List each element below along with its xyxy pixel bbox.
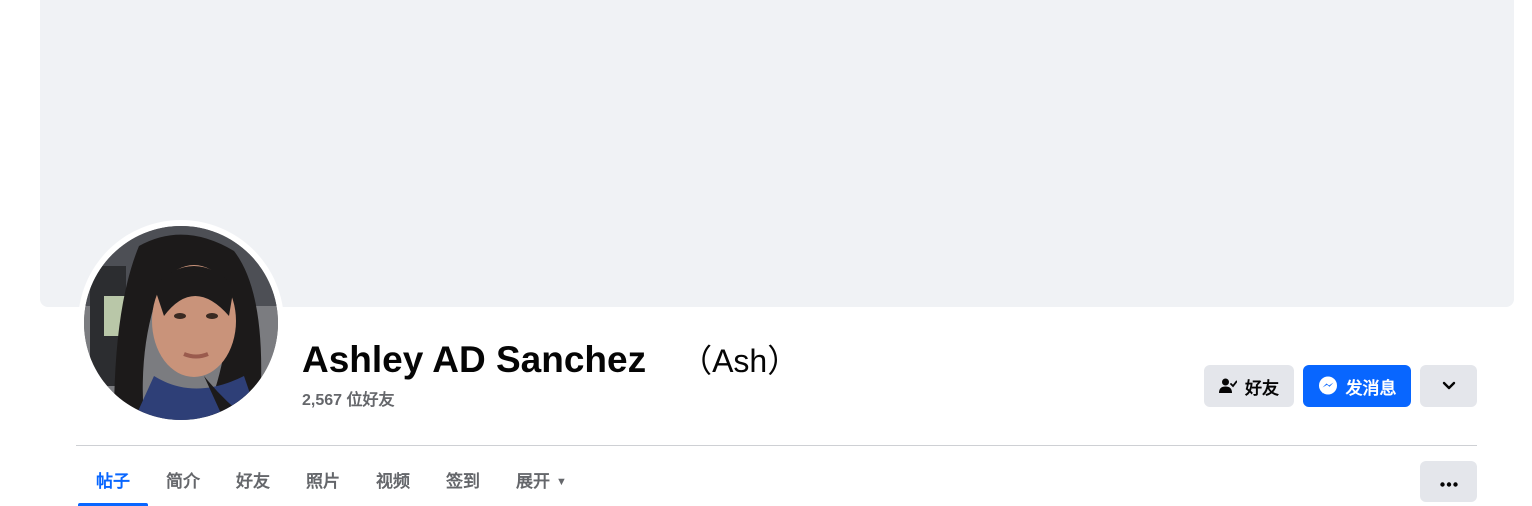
tab-label: 视频 (376, 472, 410, 491)
tab-label: 好友 (236, 472, 270, 491)
tab-label: 展开 (516, 472, 550, 491)
profile-name: Ashley AD Sanchez (302, 339, 647, 380)
tab-label: 照片 (306, 472, 340, 491)
tab-videos[interactable]: 视频 (358, 460, 428, 506)
tab-label: 签到 (446, 472, 480, 491)
tab-label: 帖子 (96, 472, 130, 491)
more-options-button[interactable] (1420, 461, 1477, 502)
tab-about[interactable]: 简介 (148, 460, 218, 506)
profile-divider (76, 445, 1477, 446)
message-button-label: 发消息 (1345, 378, 1397, 398)
tab-label: 简介 (166, 472, 200, 491)
tab-photos[interactable]: 照片 (288, 460, 358, 506)
caret-down-icon: ▼ (556, 476, 567, 488)
person-check-icon (1219, 378, 1237, 394)
tab-posts[interactable]: 帖子 (78, 460, 148, 506)
ellipsis-icon (1439, 472, 1458, 492)
messenger-icon (1318, 376, 1338, 396)
profile-tabs: 帖子 简介 好友 照片 视频 签到 展开 ▼ (78, 460, 585, 506)
profile-dropdown-button[interactable] (1420, 365, 1477, 407)
profile-avatar[interactable] (84, 226, 278, 420)
chevron-down-icon (1442, 376, 1456, 396)
friends-count-link[interactable]: 2,567 位好友 (302, 386, 395, 410)
tab-more[interactable]: 展开 ▼ (498, 460, 585, 506)
friends-button[interactable]: 好友 (1204, 365, 1294, 407)
friends-button-label: 好友 (1245, 378, 1279, 398)
message-button[interactable]: 发消息 (1303, 365, 1411, 407)
profile-name-row: Ashley AD Sanchez （Ash） (302, 336, 799, 380)
avatar-image (84, 226, 278, 420)
profile-nickname: （Ash） (680, 343, 800, 379)
tab-friends[interactable]: 好友 (218, 460, 288, 506)
tab-checkins[interactable]: 签到 (428, 460, 498, 506)
